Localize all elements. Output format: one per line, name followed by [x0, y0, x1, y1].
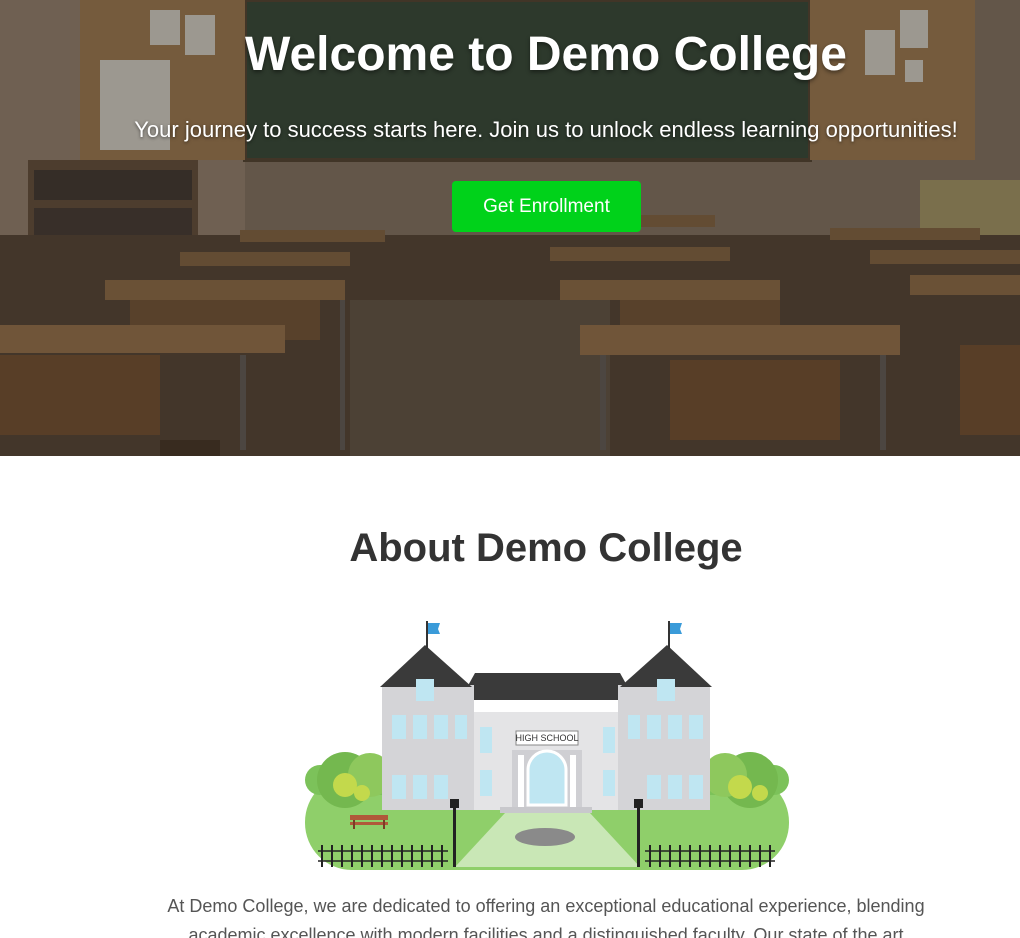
hero-title: Welcome to Demo College	[245, 28, 847, 81]
school-building-illustration: HIGH SCHOOL	[305, 621, 789, 870]
school-sign-text: HIGH SCHOOL	[515, 733, 578, 743]
get-enrollment-button[interactable]: Get Enrollment	[452, 181, 641, 232]
hero-section: Welcome to Demo College Your journey to …	[0, 0, 1020, 456]
hero-subtitle: Your journey to success starts here. Joi…	[134, 117, 958, 142]
about-title: About Demo College	[349, 526, 743, 570]
about-paragraph: At Demo College, we are dedicated to off…	[167, 896, 925, 938]
